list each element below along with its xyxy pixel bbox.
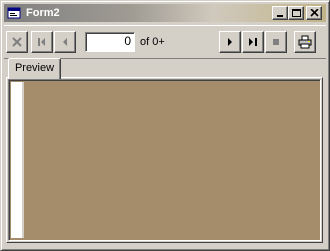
stop-button[interactable]: [265, 31, 287, 53]
maximize-button[interactable]: [288, 6, 304, 20]
preview-toolbar: 0 of 0+: [4, 25, 326, 59]
window-title: Form2: [26, 7, 60, 19]
preview-area[interactable]: [8, 79, 321, 241]
title-bar[interactable]: Form2: [4, 4, 326, 22]
print-button[interactable]: [294, 31, 316, 53]
printer-icon: [298, 35, 312, 49]
close-icon: [310, 9, 319, 17]
first-page-icon: [38, 38, 45, 46]
first-page-button[interactable]: [31, 31, 53, 53]
cancel-button[interactable]: [6, 31, 28, 53]
prev-page-button[interactable]: [54, 31, 76, 53]
close-button[interactable]: [306, 6, 322, 20]
form-window: Form2 0 of 0+ Preview: [0, 0, 330, 251]
tab-preview[interactable]: Preview: [8, 58, 61, 79]
preview-ruler: [11, 82, 24, 238]
page-number-input[interactable]: 0: [85, 32, 135, 52]
tab-panel: [6, 77, 323, 243]
last-page-button[interactable]: [242, 31, 264, 53]
page-count-label: of 0+: [140, 36, 165, 48]
next-page-icon: [228, 38, 232, 46]
maximize-icon: [292, 9, 301, 17]
next-page-button[interactable]: [219, 31, 241, 53]
cancel-x-icon: [12, 37, 22, 47]
minimize-icon: [277, 15, 283, 17]
prev-page-icon: [63, 38, 67, 46]
minimize-button[interactable]: [272, 6, 288, 20]
stop-icon: [273, 39, 279, 45]
last-page-icon: [249, 38, 257, 46]
form-icon[interactable]: [7, 6, 21, 20]
